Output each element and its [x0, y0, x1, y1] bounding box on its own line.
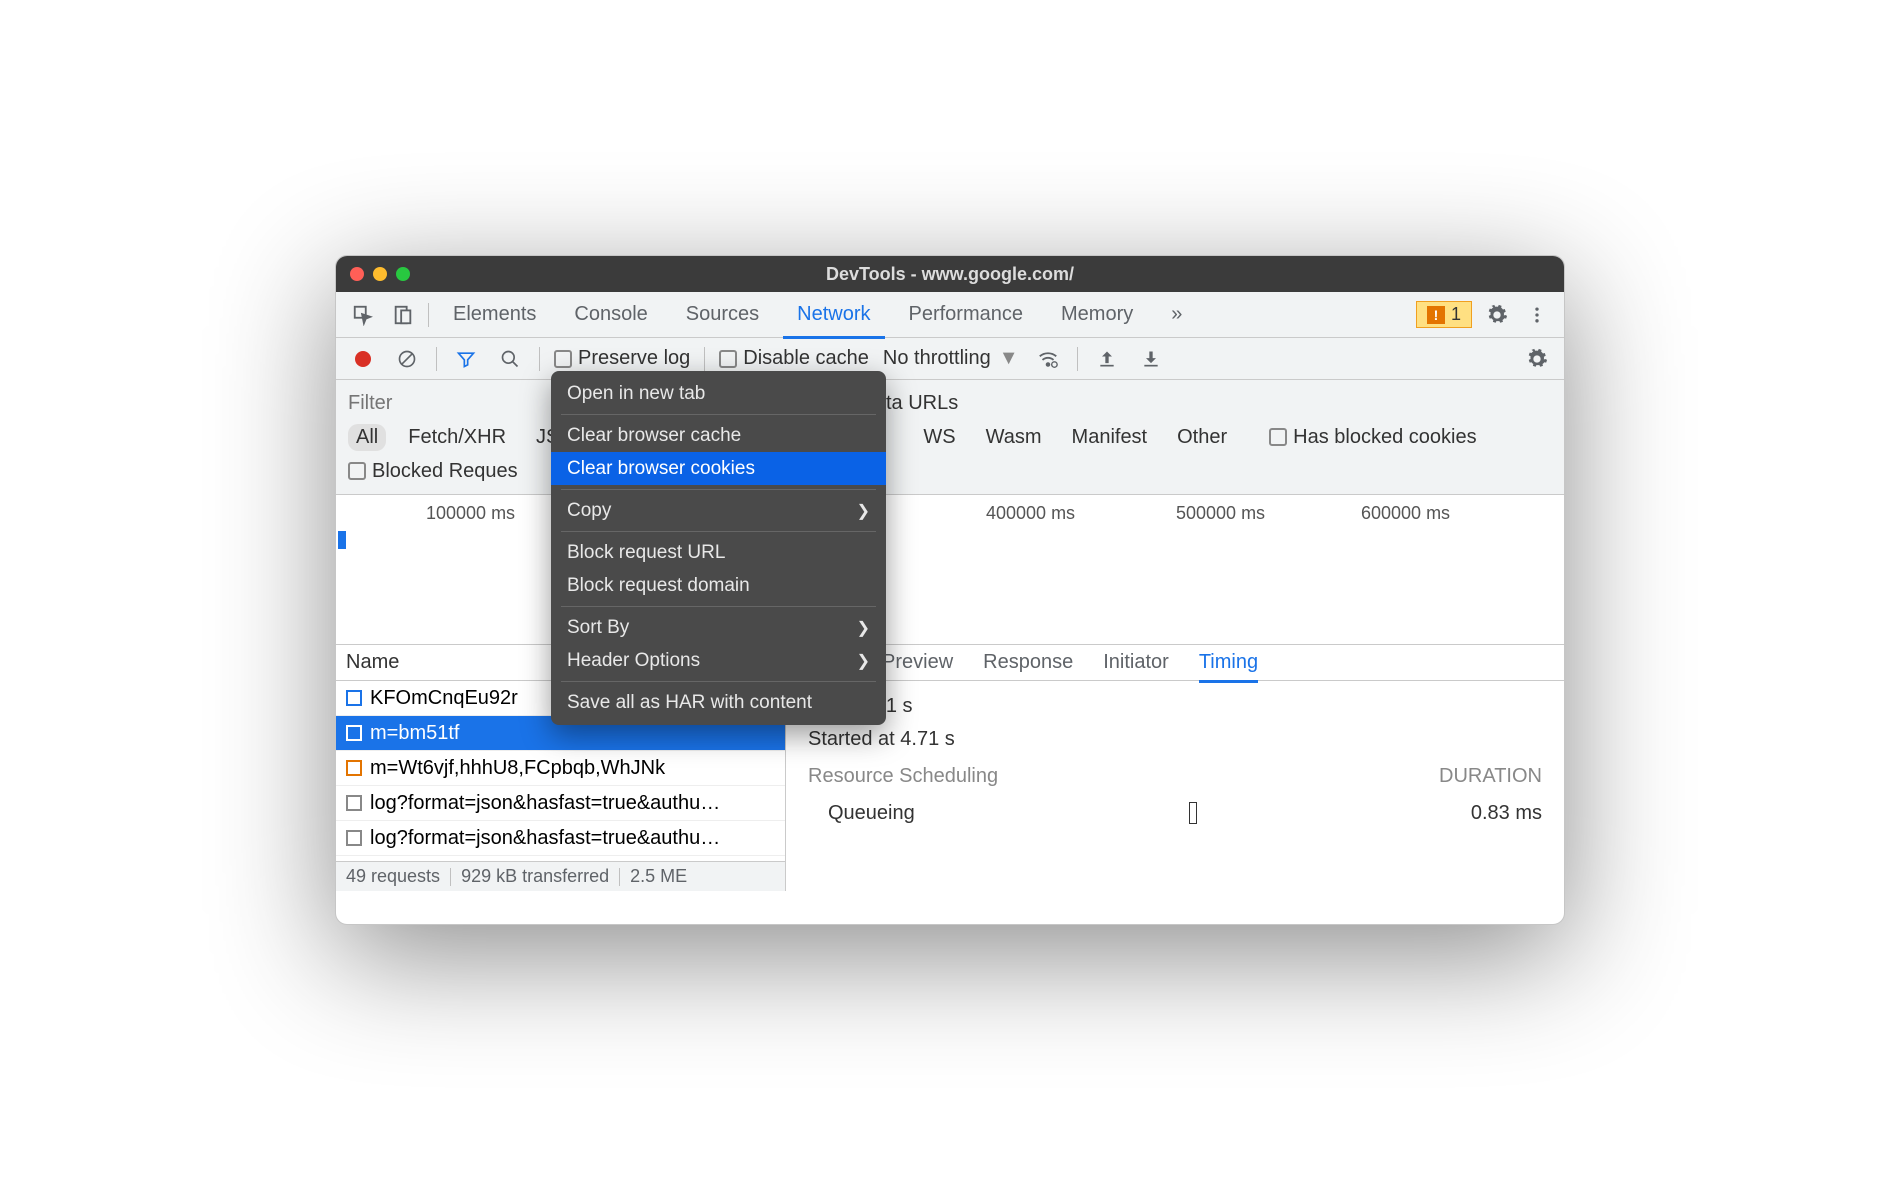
- timing-panel: ed at 4.71 s Started at 4.71 s Resource …: [786, 681, 1564, 844]
- detail-tab-preview[interactable]: Preview: [882, 651, 953, 674]
- minimize-window-button[interactable]: [373, 267, 387, 281]
- filter-type-ws[interactable]: WS: [915, 424, 963, 451]
- menu-clear-cookies[interactable]: Clear browser cookies: [551, 452, 886, 485]
- timeline-tick: 100000 ms: [426, 503, 515, 524]
- split-view: Name KFOmCnqEu92r m=bm51tf m=Wt6vjf,hhhU…: [336, 645, 1564, 891]
- filter-type-manifest[interactable]: Manifest: [1064, 424, 1156, 451]
- timeline-tick: 500000 ms: [1176, 503, 1265, 524]
- upload-har-icon[interactable]: [1092, 344, 1122, 374]
- menu-block-url[interactable]: Block request URL: [551, 536, 886, 569]
- filter-bar: ta URLs All Fetch/XHR JS WS Wasm Manifes…: [336, 380, 1564, 495]
- queueing-bar: [1189, 802, 1197, 824]
- status-resources: 2.5 ME: [630, 866, 687, 887]
- dropdown-icon: ▼: [999, 347, 1019, 370]
- throttling-select[interactable]: No throttling ▼: [883, 347, 1019, 370]
- menu-sort-by[interactable]: Sort By❯: [551, 611, 886, 644]
- warnings-badge[interactable]: ! 1: [1416, 301, 1472, 328]
- timeline-tick: 600000 ms: [1361, 503, 1450, 524]
- tab-memory[interactable]: Memory: [1047, 303, 1147, 326]
- file-icon: [346, 760, 362, 776]
- devtools-window: DevTools - www.google.com/ Elements Cons…: [335, 255, 1565, 925]
- tab-performance[interactable]: Performance: [895, 303, 1038, 326]
- preserve-log-checkbox[interactable]: Preserve log: [554, 347, 690, 370]
- status-requests: 49 requests: [346, 866, 440, 887]
- maximize-window-button[interactable]: [396, 267, 410, 281]
- warning-count: 1: [1451, 304, 1461, 325]
- detail-tab-initiator[interactable]: Initiator: [1103, 651, 1169, 674]
- filter-icon[interactable]: [451, 344, 481, 374]
- file-icon: [346, 795, 362, 811]
- request-row[interactable]: log?format=json&hasfast=true&authu…: [336, 786, 785, 821]
- detail-pane: aders Preview Response Initiator Timing …: [786, 645, 1564, 891]
- detail-tab-timing[interactable]: Timing: [1199, 651, 1258, 683]
- network-conditions-icon[interactable]: [1033, 344, 1063, 374]
- queued-at: ed at 4.71 s: [808, 695, 1542, 718]
- network-settings-icon[interactable]: [1522, 344, 1552, 374]
- menu-save-har[interactable]: Save all as HAR with content: [551, 686, 886, 719]
- overview-timeline[interactable]: 100000 ms 400000 ms 500000 ms 600000 ms: [336, 495, 1564, 645]
- file-icon: [346, 725, 362, 741]
- device-toolbar-icon[interactable]: [388, 300, 418, 330]
- network-toolbar: Preserve log Disable cache No throttling…: [336, 338, 1564, 380]
- detail-tab-response[interactable]: Response: [983, 651, 1073, 674]
- has-blocked-cookies-checkbox[interactable]: Has blocked cookies: [1269, 426, 1476, 449]
- menu-clear-cache[interactable]: Clear browser cache: [551, 419, 886, 452]
- duration-label: DURATION: [1439, 765, 1542, 788]
- traffic-lights: [350, 267, 410, 281]
- titlebar: DevTools - www.google.com/: [336, 256, 1564, 292]
- started-at: Started at 4.71 s: [808, 728, 1542, 751]
- context-menu: Open in new tab Clear browser cache Clea…: [551, 371, 886, 725]
- timeline-tick: 400000 ms: [986, 503, 1075, 524]
- divider: [428, 303, 429, 327]
- more-tabs-button[interactable]: »: [1157, 303, 1196, 326]
- timeline-marker[interactable]: [338, 531, 346, 549]
- menu-header-options[interactable]: Header Options❯: [551, 644, 886, 677]
- detail-tabs: aders Preview Response Initiator Timing: [786, 645, 1564, 681]
- filter-type-fetchxhr[interactable]: Fetch/XHR: [400, 424, 514, 451]
- file-icon: [346, 830, 362, 846]
- search-icon[interactable]: [495, 344, 525, 374]
- menu-block-domain[interactable]: Block request domain: [551, 569, 886, 602]
- main-tabbar: Elements Console Sources Network Perform…: [336, 292, 1564, 338]
- clear-icon[interactable]: [392, 344, 422, 374]
- queueing-duration: 0.83 ms: [1471, 802, 1542, 830]
- filter-type-other[interactable]: Other: [1169, 424, 1235, 451]
- chevron-right-icon: ❯: [857, 651, 870, 671]
- filter-input[interactable]: [348, 392, 438, 415]
- queueing-label: Queueing: [808, 802, 915, 830]
- tab-network[interactable]: Network: [783, 303, 884, 339]
- blocked-requests-checkbox[interactable]: Blocked Reques: [348, 460, 518, 483]
- kebab-menu-icon[interactable]: [1522, 300, 1552, 330]
- window-title: DevTools - www.google.com/: [826, 264, 1074, 285]
- request-row[interactable]: m=Wt6vjf,hhhU8,FCpbqb,WhJNk: [336, 751, 785, 786]
- request-row[interactable]: log?format=json&hasfast=true&authu…: [336, 821, 785, 856]
- close-window-button[interactable]: [350, 267, 364, 281]
- settings-icon[interactable]: [1482, 300, 1512, 330]
- filter-type-wasm[interactable]: Wasm: [978, 424, 1050, 451]
- file-icon: [346, 690, 362, 706]
- warning-icon: !: [1427, 306, 1445, 324]
- tab-console[interactable]: Console: [560, 303, 661, 326]
- inspect-element-icon[interactable]: [348, 300, 378, 330]
- menu-open-new-tab[interactable]: Open in new tab: [551, 377, 886, 410]
- tab-elements[interactable]: Elements: [439, 303, 550, 326]
- status-bar: 49 requests 929 kB transferred 2.5 ME: [336, 861, 785, 891]
- chevron-right-icon: ❯: [857, 618, 870, 638]
- status-transferred: 929 kB transferred: [461, 866, 609, 887]
- tab-sources[interactable]: Sources: [672, 303, 773, 326]
- hide-data-urls-label: ta URLs: [886, 392, 958, 415]
- resource-scheduling-label: Resource Scheduling: [808, 765, 998, 788]
- record-button[interactable]: [348, 344, 378, 374]
- filter-type-all[interactable]: All: [348, 424, 386, 451]
- chevron-right-icon: ❯: [857, 501, 870, 521]
- disable-cache-checkbox[interactable]: Disable cache: [719, 347, 869, 370]
- menu-copy[interactable]: Copy❯: [551, 494, 886, 527]
- download-har-icon[interactable]: [1136, 344, 1166, 374]
